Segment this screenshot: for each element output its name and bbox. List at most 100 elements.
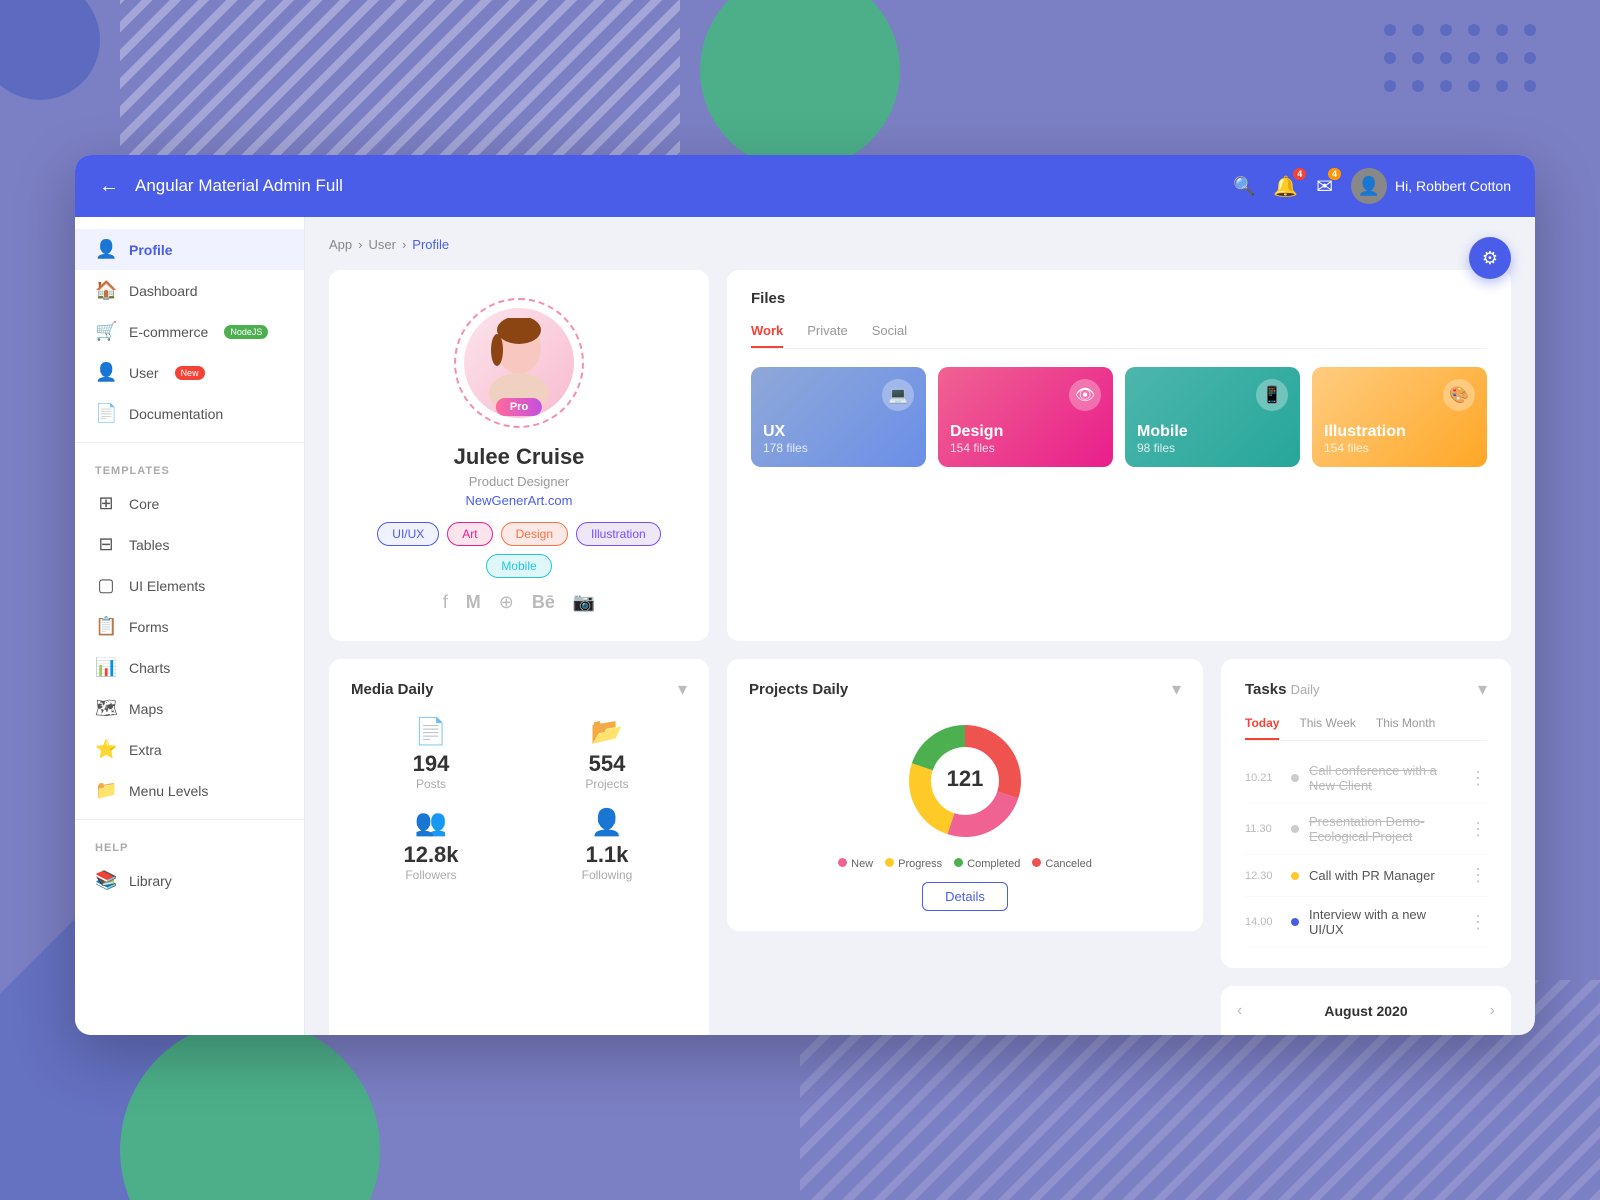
tasks-dropdown[interactable]: ▾ <box>1478 679 1487 700</box>
messages-badge: 4 <box>1328 168 1341 180</box>
projects-dropdown[interactable]: ▾ <box>1172 679 1181 700</box>
right-column: Tasks Daily ▾ Today This Week This Month… <box>1221 659 1511 1035</box>
breadcrumb-user[interactable]: User <box>368 237 395 252</box>
facebook-icon[interactable]: f <box>443 592 448 613</box>
breadcrumb-app[interactable]: App <box>329 237 352 252</box>
sidebar-item-library[interactable]: 📚 Library <box>75 860 304 901</box>
sidebar-item-maps[interactable]: 🗺 Maps <box>75 688 304 729</box>
sidebar-item-charts[interactable]: 📊 Charts <box>75 647 304 688</box>
notifications-badge: 4 <box>1293 168 1306 180</box>
tag-illustration[interactable]: Illustration <box>576 522 661 546</box>
tasks-card: Tasks Daily ▾ Today This Week This Month… <box>1221 659 1511 968</box>
tab-social[interactable]: Social <box>872 323 907 348</box>
tag-mobile[interactable]: Mobile <box>486 554 551 578</box>
profile-pro-badge: Pro <box>496 398 542 416</box>
task-more-3[interactable]: ⋮ <box>1469 865 1487 886</box>
nodejs-badge: NodeJS <box>224 325 268 339</box>
user-menu[interactable]: 👤 Hi, Robbert Cotton <box>1351 168 1511 204</box>
templates-section-label: TEMPLATES <box>75 451 304 483</box>
tab-today[interactable]: Today <box>1245 716 1279 740</box>
stat-posts: 📄 194 Posts <box>351 716 511 791</box>
tab-this-week[interactable]: This Week <box>1299 716 1355 740</box>
sidebar-item-user[interactable]: 👤 User New <box>75 352 304 393</box>
sidebar-item-ui-elements[interactable]: ▢ UI Elements <box>75 565 304 606</box>
header: ← Angular Material Admin Full 🔍 🔔 4 ✉ 4 … <box>75 155 1535 217</box>
back-button[interactable]: ← <box>99 175 119 198</box>
sidebar-item-dashboard-label: Dashboard <box>129 283 198 299</box>
extra-icon: ⭐ <box>95 739 117 760</box>
tab-work[interactable]: Work <box>751 323 783 348</box>
media-dropdown[interactable]: ▾ <box>678 679 687 700</box>
tag-design[interactable]: Design <box>501 522 568 546</box>
grid-icon: ⊞ <box>95 493 117 514</box>
breadcrumb-active: Profile <box>412 237 449 252</box>
sidebar-item-tables[interactable]: ⊟ Tables <box>75 524 304 565</box>
notifications-button[interactable]: 🔔 4 <box>1273 174 1298 199</box>
profile-socials: f M ⊕ Bē 📷 <box>353 592 685 613</box>
bg-stripe-block <box>120 0 680 180</box>
tab-private[interactable]: Private <box>807 323 847 348</box>
folder-ux-icon: 💻 <box>882 379 914 411</box>
sidebar-item-forms[interactable]: 📋 Forms <box>75 606 304 647</box>
cal-next-button[interactable]: › <box>1490 1002 1495 1020</box>
sidebar-item-ecommerce[interactable]: 🛒 E-commerce NodeJS <box>75 311 304 352</box>
folder-mobile[interactable]: 📱 Mobile 98 files <box>1125 367 1300 467</box>
instagram-icon[interactable]: 📷 <box>573 592 595 613</box>
media-daily-title: Media Daily <box>351 681 434 698</box>
folder-illustration[interactable]: 🎨 Illustration 154 files <box>1312 367 1487 467</box>
sidebar-item-dashboard[interactable]: 🏠 Dashboard <box>75 270 304 311</box>
folder-design-icon: 👁 <box>1069 379 1101 411</box>
breadcrumb-separator-2: › <box>402 237 406 252</box>
following-value: 1.1k <box>527 842 687 868</box>
body: 👤 Profile 🏠 Dashboard 🛒 E-commerce NodeJ… <box>75 217 1535 1035</box>
cal-prev-button[interactable]: ‹ <box>1237 1002 1242 1020</box>
calendar-grid: Su Mo Tu We Th Fr Sa 26 27 28 29 <box>1237 1032 1495 1035</box>
profile-website[interactable]: NewGenerArt.com <box>353 493 685 508</box>
details-button[interactable]: Details <box>922 882 1008 911</box>
posts-icon: 📄 <box>351 716 511 747</box>
profile-card: Pro Julee Cruise Product Designer NewGen… <box>329 270 709 641</box>
library-icon: 📚 <box>95 870 117 891</box>
medium-icon[interactable]: M <box>466 592 481 613</box>
task-item-2: 11.30 Presentation Demo-Ecological Proje… <box>1245 804 1487 855</box>
task-dot-4 <box>1291 918 1299 926</box>
dribbble-icon[interactable]: ⊕ <box>499 592 514 613</box>
tag-art[interactable]: Art <box>447 522 492 546</box>
sidebar-item-extra[interactable]: ⭐ Extra <box>75 729 304 770</box>
task-more-2[interactable]: ⋮ <box>1469 819 1487 840</box>
stat-followers: 👥 12.8k Followers <box>351 807 511 882</box>
files-tabs: Work Private Social <box>751 323 1487 349</box>
task-more-1[interactable]: ⋮ <box>1469 768 1487 789</box>
tasks-title: Tasks Daily <box>1245 681 1320 698</box>
projects-daily-title: Projects Daily <box>749 681 848 698</box>
profile-title: Product Designer <box>353 474 685 489</box>
tasks-tabs: Today This Week This Month <box>1245 716 1487 741</box>
section-row-1: Pro Julee Cruise Product Designer NewGen… <box>329 270 1511 641</box>
settings-fab[interactable]: ⚙ <box>1469 237 1511 279</box>
search-icon[interactable]: 🔍 <box>1233 176 1255 197</box>
stat-following: 👤 1.1k Following <box>527 807 687 882</box>
sidebar-item-profile[interactable]: 👤 Profile <box>75 229 304 270</box>
sidebar-item-documentation[interactable]: 📄 Documentation <box>75 393 304 434</box>
messages-button[interactable]: ✉ 4 <box>1316 174 1333 199</box>
legend-new: New <box>838 858 873 870</box>
sidebar-item-menu-levels[interactable]: 📁 Menu Levels <box>75 770 304 811</box>
folder-ux-name: UX <box>763 423 914 441</box>
tab-this-month[interactable]: This Month <box>1376 716 1435 740</box>
legend-completed: Completed <box>954 858 1020 870</box>
task-time-1: 10.21 <box>1245 772 1281 784</box>
task-more-4[interactable]: ⋮ <box>1469 912 1487 933</box>
calendar-card: ‹ August 2020 › Su Mo Tu We Th Fr <box>1221 986 1511 1035</box>
task-item-3: 12.30 Call with PR Manager ⋮ <box>1245 855 1487 897</box>
sidebar-item-menu-label: Menu Levels <box>129 783 208 799</box>
profile-tags: UI/UX Art Design Illustration Mobile <box>353 522 685 578</box>
tasks-list: 10.21 Call conference with a New Client … <box>1245 753 1487 948</box>
folder-design-count: 154 files <box>950 441 1101 455</box>
legend-canceled: Canceled <box>1032 858 1091 870</box>
folder-design[interactable]: 👁 Design 154 files <box>938 367 1113 467</box>
behance-icon[interactable]: Bē <box>532 592 555 613</box>
folder-ux[interactable]: 💻 UX 178 files <box>751 367 926 467</box>
sidebar-item-core[interactable]: ⊞ Core <box>75 483 304 524</box>
tag-uiux[interactable]: UI/UX <box>377 522 439 546</box>
following-label: Following <box>527 868 687 882</box>
